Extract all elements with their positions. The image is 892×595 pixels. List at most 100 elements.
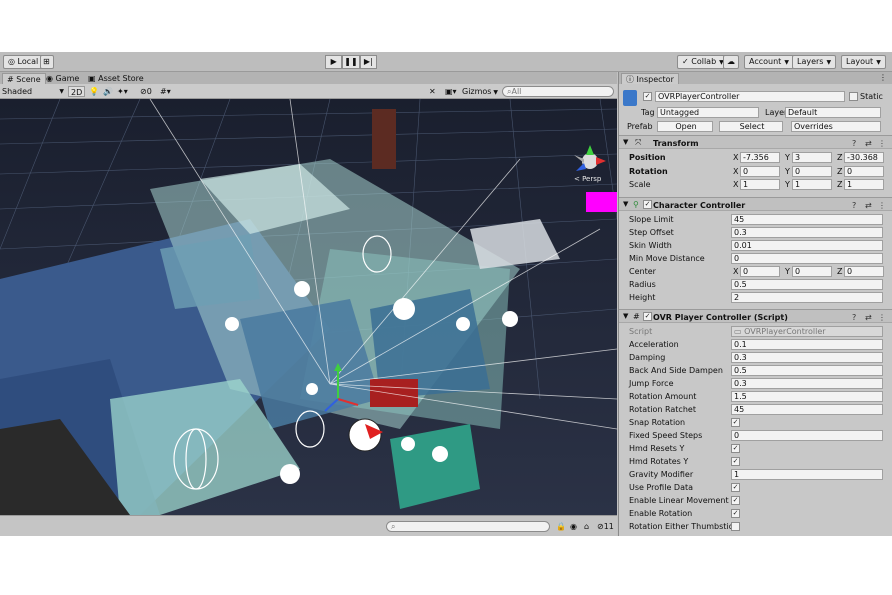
scene-bottom-bar: ⌕ 🔒 ◉ ⌂ ⊘11: [0, 515, 617, 536]
ovr-row: Jump Force 0.3: [619, 377, 892, 390]
active-checkbox[interactable]: ✓: [643, 92, 652, 101]
hmd-rotates-y-checkbox[interactable]: ✓: [731, 457, 740, 466]
script-row: Script ▭ OVRPlayerController: [619, 325, 892, 338]
cloud-button[interactable]: ☁: [723, 55, 739, 69]
foldout-icon[interactable]: ▼: [623, 138, 628, 146]
hidden-objects-toggle[interactable]: ⊘0: [140, 86, 152, 97]
ovr-row: Damping 0.3: [619, 351, 892, 364]
camera-settings-icon[interactable]: ▣▾: [445, 86, 457, 97]
prefab-select-button[interactable]: Select: [719, 121, 783, 132]
store-icon: ▣: [88, 74, 96, 83]
acceleration-field[interactable]: 0.1: [731, 339, 883, 350]
position-y-field[interactable]: 3: [792, 152, 832, 163]
enable-linear-movement-checkbox[interactable]: ✓: [731, 496, 740, 505]
account-button[interactable]: Account ▼: [744, 55, 794, 69]
pause-button[interactable]: ❚❚: [342, 55, 360, 69]
gizmos-dropdown[interactable]: Gizmos ▼: [462, 86, 498, 97]
back-side-dampen-field[interactable]: 0.5: [731, 365, 883, 376]
lighting-toggle-icon[interactable]: 💡: [89, 86, 99, 97]
damping-field[interactable]: 0.3: [731, 352, 883, 363]
bottom-search-input[interactable]: ⌕: [386, 521, 550, 532]
prefab-open-button[interactable]: Open: [657, 121, 713, 132]
script-reference-field[interactable]: ▭ OVRPlayerController: [731, 326, 883, 337]
skin-width-field[interactable]: 0.01: [731, 240, 883, 251]
radius-field[interactable]: 0.5: [731, 279, 883, 290]
fixed-speed-steps-field[interactable]: 0: [731, 430, 883, 441]
preset-icon[interactable]: ⇄: [865, 312, 872, 323]
preset-icon[interactable]: ⇄: [865, 200, 872, 211]
scene-viewport[interactable]: < Persp: [0, 99, 617, 515]
object-name-field[interactable]: OVRPlayerController: [655, 91, 845, 102]
center-x-field[interactable]: 0: [740, 266, 780, 277]
persp-label[interactable]: < Persp: [574, 175, 601, 183]
preset-icon[interactable]: ⇄: [865, 138, 872, 149]
component-menu-icon[interactable]: ⋮: [878, 200, 886, 211]
prefab-row: Prefab Open Select Overrides: [619, 120, 892, 133]
scale-x-field[interactable]: 1: [740, 179, 780, 190]
center-z-field[interactable]: 0: [844, 266, 884, 277]
ovr-controller-header[interactable]: ▼ # ✓ OVR Player Controller (Script) ? ⇄…: [619, 309, 892, 323]
prefab-overrides-dropdown[interactable]: Overrides: [791, 121, 881, 132]
ovr-controller-enabled-checkbox[interactable]: ✓: [643, 312, 652, 321]
component-menu-icon[interactable]: ⋮: [878, 312, 886, 323]
position-z-field[interactable]: -30.368: [844, 152, 884, 163]
jump-force-field[interactable]: 0.3: [731, 378, 883, 389]
use-profile-data-checkbox[interactable]: ✓: [731, 483, 740, 492]
tab-game[interactable]: ◉ Game: [42, 73, 83, 84]
character-controller-header[interactable]: ▼ ⚲ ✓ Character Controller ? ⇄ ⋮: [619, 197, 892, 211]
position-x-field[interactable]: -7.356: [740, 152, 780, 163]
tab-scene[interactable]: # Scene: [2, 73, 46, 84]
rotation-either-thumbstick-checkbox[interactable]: [731, 522, 740, 531]
step-button[interactable]: ▶|: [359, 55, 377, 69]
foldout-icon[interactable]: ▼: [623, 200, 628, 208]
tab-asset-store[interactable]: ▣ Asset Store: [84, 73, 148, 84]
gravity-modifier-field[interactable]: 1: [731, 469, 883, 480]
effects-dropdown-icon[interactable]: ✦▾: [117, 86, 128, 97]
rotation-z-field[interactable]: 0: [844, 166, 884, 177]
help-icon[interactable]: ?: [852, 312, 856, 323]
component-menu-icon[interactable]: ⋮: [878, 138, 886, 149]
grid-toggle-icon[interactable]: #▾: [160, 86, 171, 97]
layer-dropdown[interactable]: Default: [785, 107, 881, 118]
character-controller-icon: ⚲: [633, 200, 639, 209]
foldout-icon[interactable]: ▼: [623, 312, 628, 320]
pivot-local-button[interactable]: ◎ Local: [3, 55, 44, 69]
audio-toggle-icon[interactable]: 🔊: [103, 86, 113, 97]
snap-settings-button[interactable]: ⊞: [40, 55, 54, 69]
slope-limit-field[interactable]: 45: [731, 214, 883, 225]
rotation-amount-field[interactable]: 1.5: [731, 391, 883, 402]
layout-button[interactable]: Layout ▼: [841, 55, 886, 69]
tools-icon[interactable]: ✕: [429, 86, 436, 97]
visibility-icon[interactable]: ◉: [570, 521, 577, 532]
min-move-distance-field[interactable]: 0: [731, 253, 883, 264]
height-field[interactable]: 2: [731, 292, 883, 303]
step-offset-field[interactable]: 0.3: [731, 227, 883, 238]
tag-icon[interactable]: ⌂: [584, 521, 589, 532]
script-icon: #: [633, 312, 640, 321]
rotation-y-field[interactable]: 0: [792, 166, 832, 177]
tag-dropdown[interactable]: Untagged: [657, 107, 759, 118]
static-checkbox[interactable]: [849, 92, 858, 101]
collab-button[interactable]: ✓ Collab ▼: [677, 55, 729, 69]
enable-rotation-checkbox[interactable]: ✓: [731, 509, 740, 518]
layers-button[interactable]: Layers ▼: [792, 55, 837, 69]
snap-rotation-checkbox[interactable]: ✓: [731, 418, 740, 427]
hmd-resets-y-checkbox[interactable]: ✓: [731, 444, 740, 453]
scale-z-field[interactable]: 1: [844, 179, 884, 190]
rotation-ratchet-field[interactable]: 45: [731, 404, 883, 415]
lock-icon[interactable]: 🔒: [556, 521, 566, 532]
mode-2d-toggle[interactable]: 2D: [68, 86, 86, 97]
help-icon[interactable]: ?: [852, 200, 856, 211]
help-icon[interactable]: ?: [852, 138, 856, 149]
scale-y-field[interactable]: 1: [792, 179, 832, 190]
tab-inspector[interactable]: ⓘ Inspector: [621, 73, 679, 84]
panel-menu-icon[interactable]: ⋮: [879, 73, 887, 82]
character-controller-enabled-checkbox[interactable]: ✓: [643, 200, 652, 209]
draw-mode-dropdown[interactable]: Shaded ▼: [2, 86, 64, 97]
play-button[interactable]: ▶: [325, 55, 343, 69]
center-y-field[interactable]: 0: [792, 266, 832, 277]
transform-header[interactable]: ▼ ⤧ Transform ? ⇄ ⋮: [619, 135, 892, 149]
gravity-row: Gravity Modifier 1: [619, 468, 892, 481]
scene-search-input[interactable]: ⌕All: [502, 86, 614, 97]
rotation-x-field[interactable]: 0: [740, 166, 780, 177]
